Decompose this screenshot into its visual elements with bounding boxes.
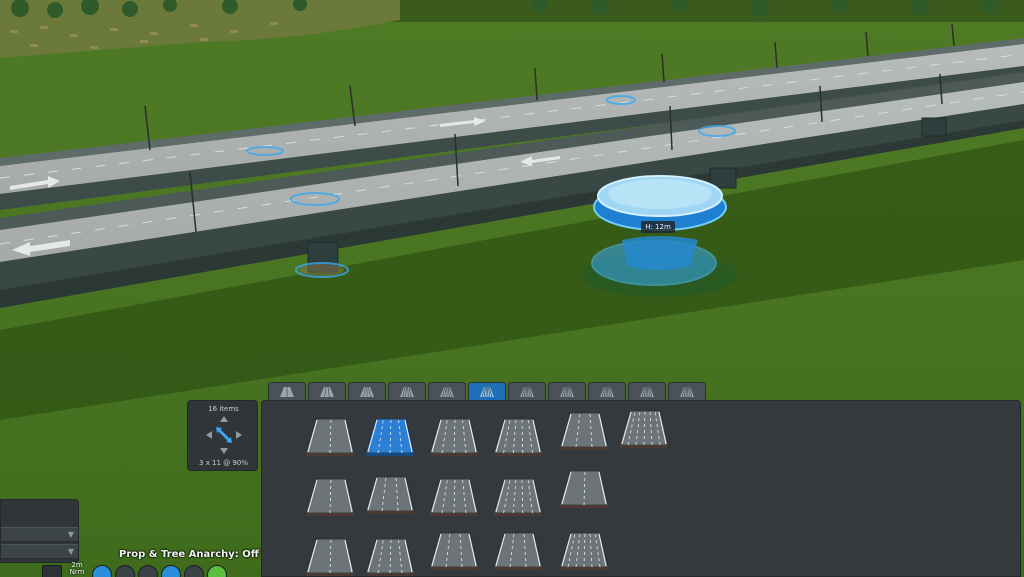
option-dropdown-1[interactable]: ▼ (1, 527, 78, 542)
highway-item-16[interactable] (554, 529, 614, 573)
highway-item-3[interactable] (424, 415, 484, 459)
road-segment-icon (305, 478, 355, 516)
elevation-mode-value: Nrm (69, 568, 85, 576)
bus-icon (560, 386, 574, 397)
grid-size-label: 3 x 11 @ 90% (199, 459, 248, 467)
pedestrian-icon (600, 386, 614, 397)
highway-item-15[interactable] (488, 529, 548, 573)
road-segment-icon (559, 470, 609, 508)
tab-two-lane-roads[interactable] (268, 382, 306, 400)
highway-item-7[interactable] (300, 475, 360, 519)
highway-item-12[interactable] (300, 535, 360, 577)
road-segment-icon (429, 478, 479, 516)
road-segment-icon (493, 532, 543, 570)
road-segment-icon (365, 476, 415, 514)
highway-item-9[interactable] (424, 475, 484, 519)
tab-tools[interactable] (668, 382, 706, 400)
scroll-settings-widget[interactable]: 16 items 3 x 11 @ 90% (187, 400, 258, 471)
chevron-down-icon: ▼ (67, 530, 74, 539)
road-segment-icon (429, 532, 479, 570)
snapping-toggle-icon[interactable] (42, 565, 62, 577)
road-category-tabs (268, 382, 706, 400)
road-segment-icon (559, 532, 609, 570)
two-lane-road-icon (280, 386, 294, 397)
tab-wide-roads[interactable] (428, 382, 466, 400)
intersection-icon (520, 386, 534, 397)
six-lane-road-icon (360, 386, 374, 397)
highway-item-8[interactable] (360, 473, 420, 517)
tab-pedestrian[interactable] (588, 382, 626, 400)
tab-decoration[interactable] (628, 382, 666, 400)
eight-lane-road-icon (400, 386, 414, 397)
road-segment-icon (429, 418, 479, 456)
highway-item-4[interactable] (488, 415, 548, 459)
tab-four-lane-roads[interactable] (308, 382, 346, 400)
elevation-tooltip: H: 12m (641, 221, 675, 233)
highway-item-13[interactable] (360, 535, 420, 577)
item-count-label: 16 items (208, 405, 239, 413)
highway-item-1[interactable] (300, 415, 360, 459)
chevron-down-icon: ▼ (67, 547, 74, 556)
move-arrows-icon[interactable] (204, 414, 244, 456)
option-dropdown-2[interactable]: ▼ (1, 544, 78, 559)
highway-items-panel (261, 400, 1021, 577)
highway-item-5[interactable] (554, 409, 614, 453)
highway-item-14[interactable] (424, 529, 484, 573)
tools-icon (680, 386, 694, 397)
tab-highways[interactable] (468, 382, 506, 400)
wide-road-icon (440, 386, 454, 397)
tab-intersections[interactable] (508, 382, 546, 400)
highway-item-10[interactable] (488, 475, 548, 519)
road-segment-icon (559, 412, 609, 450)
road-segment-icon (365, 418, 415, 456)
highway-item-11[interactable] (554, 467, 614, 511)
elevation-step-label: 2m Nrm (66, 562, 88, 576)
highway-item-6[interactable] (614, 407, 674, 451)
four-lane-road-icon (320, 386, 334, 397)
road-segment-icon (493, 478, 543, 516)
road-segment-icon (365, 538, 415, 576)
highway-item-2[interactable] (360, 415, 420, 459)
road-segment-icon (305, 418, 355, 456)
road-segment-icon (619, 410, 669, 448)
highway-icon (480, 386, 494, 397)
tab-six-lane-roads[interactable] (348, 382, 386, 400)
anarchy-status[interactable]: Prop & Tree Anarchy: Off (119, 549, 259, 560)
decoration-icon (640, 386, 654, 397)
tab-public-transport[interactable] (548, 382, 586, 400)
road-segment-icon (305, 538, 355, 576)
options-panel: ▼ ▼ (0, 499, 79, 563)
road-segment-icon (493, 418, 543, 456)
tab-eight-lane-roads[interactable] (388, 382, 426, 400)
